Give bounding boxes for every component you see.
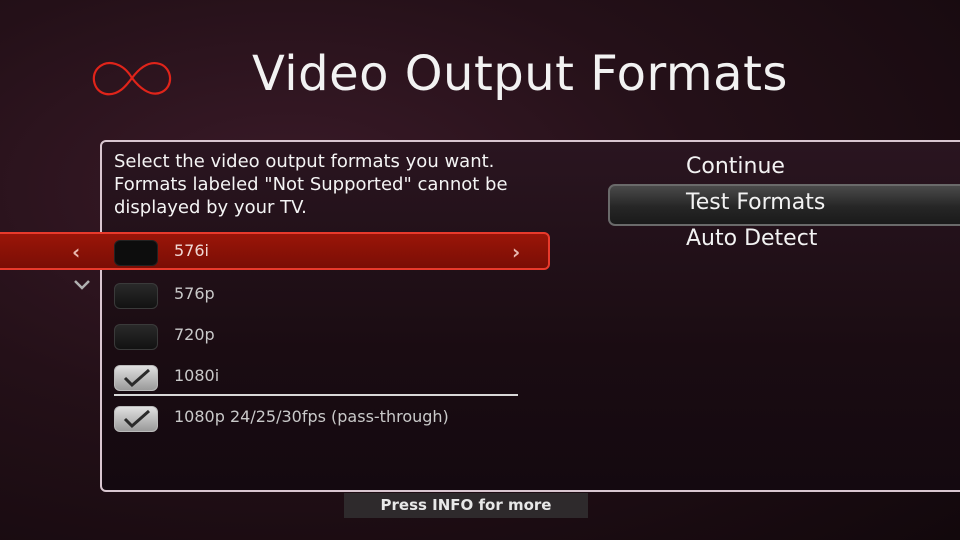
infinity-logo-icon (92, 61, 172, 96)
format-row-720p[interactable]: 720p (114, 324, 534, 352)
format-checkbox[interactable] (114, 283, 158, 309)
format-label: 576p (174, 284, 215, 303)
chevron-down-icon[interactable] (73, 276, 91, 294)
format-checkbox[interactable] (114, 365, 158, 391)
format-row-1080i[interactable]: 1080i (114, 365, 534, 393)
menu-item-continue[interactable]: Continue (686, 154, 785, 179)
format-row-1080p[interactable]: 1080p 24/25/30fps (pass-through) (114, 406, 534, 434)
format-label: 720p (174, 325, 215, 344)
format-label: 576i (174, 241, 209, 260)
description-text: Select the video output formats you want… (114, 150, 584, 219)
format-checkbox[interactable] (114, 406, 158, 432)
format-checkbox[interactable] (114, 240, 158, 266)
menu-item-test-formats[interactable]: Test Formats (686, 190, 825, 215)
checkmark-icon (123, 409, 150, 429)
format-label: 1080p 24/25/30fps (pass-through) (174, 407, 449, 426)
description-line: displayed by your TV. (114, 197, 307, 218)
chevron-left-icon[interactable]: ‹ (72, 240, 80, 264)
description-line: Select the video output formats you want… (114, 151, 495, 172)
menu-item-auto-detect[interactable]: Auto Detect (686, 226, 817, 251)
format-label: 1080i (174, 366, 220, 385)
checkmark-icon (123, 368, 150, 388)
divider (114, 394, 518, 396)
page-title: Video Output Formats (252, 46, 788, 102)
format-row-576i[interactable]: 576i (114, 240, 534, 268)
format-checkbox[interactable] (114, 324, 158, 350)
info-hint: Press INFO for more (344, 493, 588, 518)
description-line: Formats labeled "Not Supported" cannot b… (114, 174, 508, 195)
format-row-576p[interactable]: 576p (114, 283, 534, 311)
